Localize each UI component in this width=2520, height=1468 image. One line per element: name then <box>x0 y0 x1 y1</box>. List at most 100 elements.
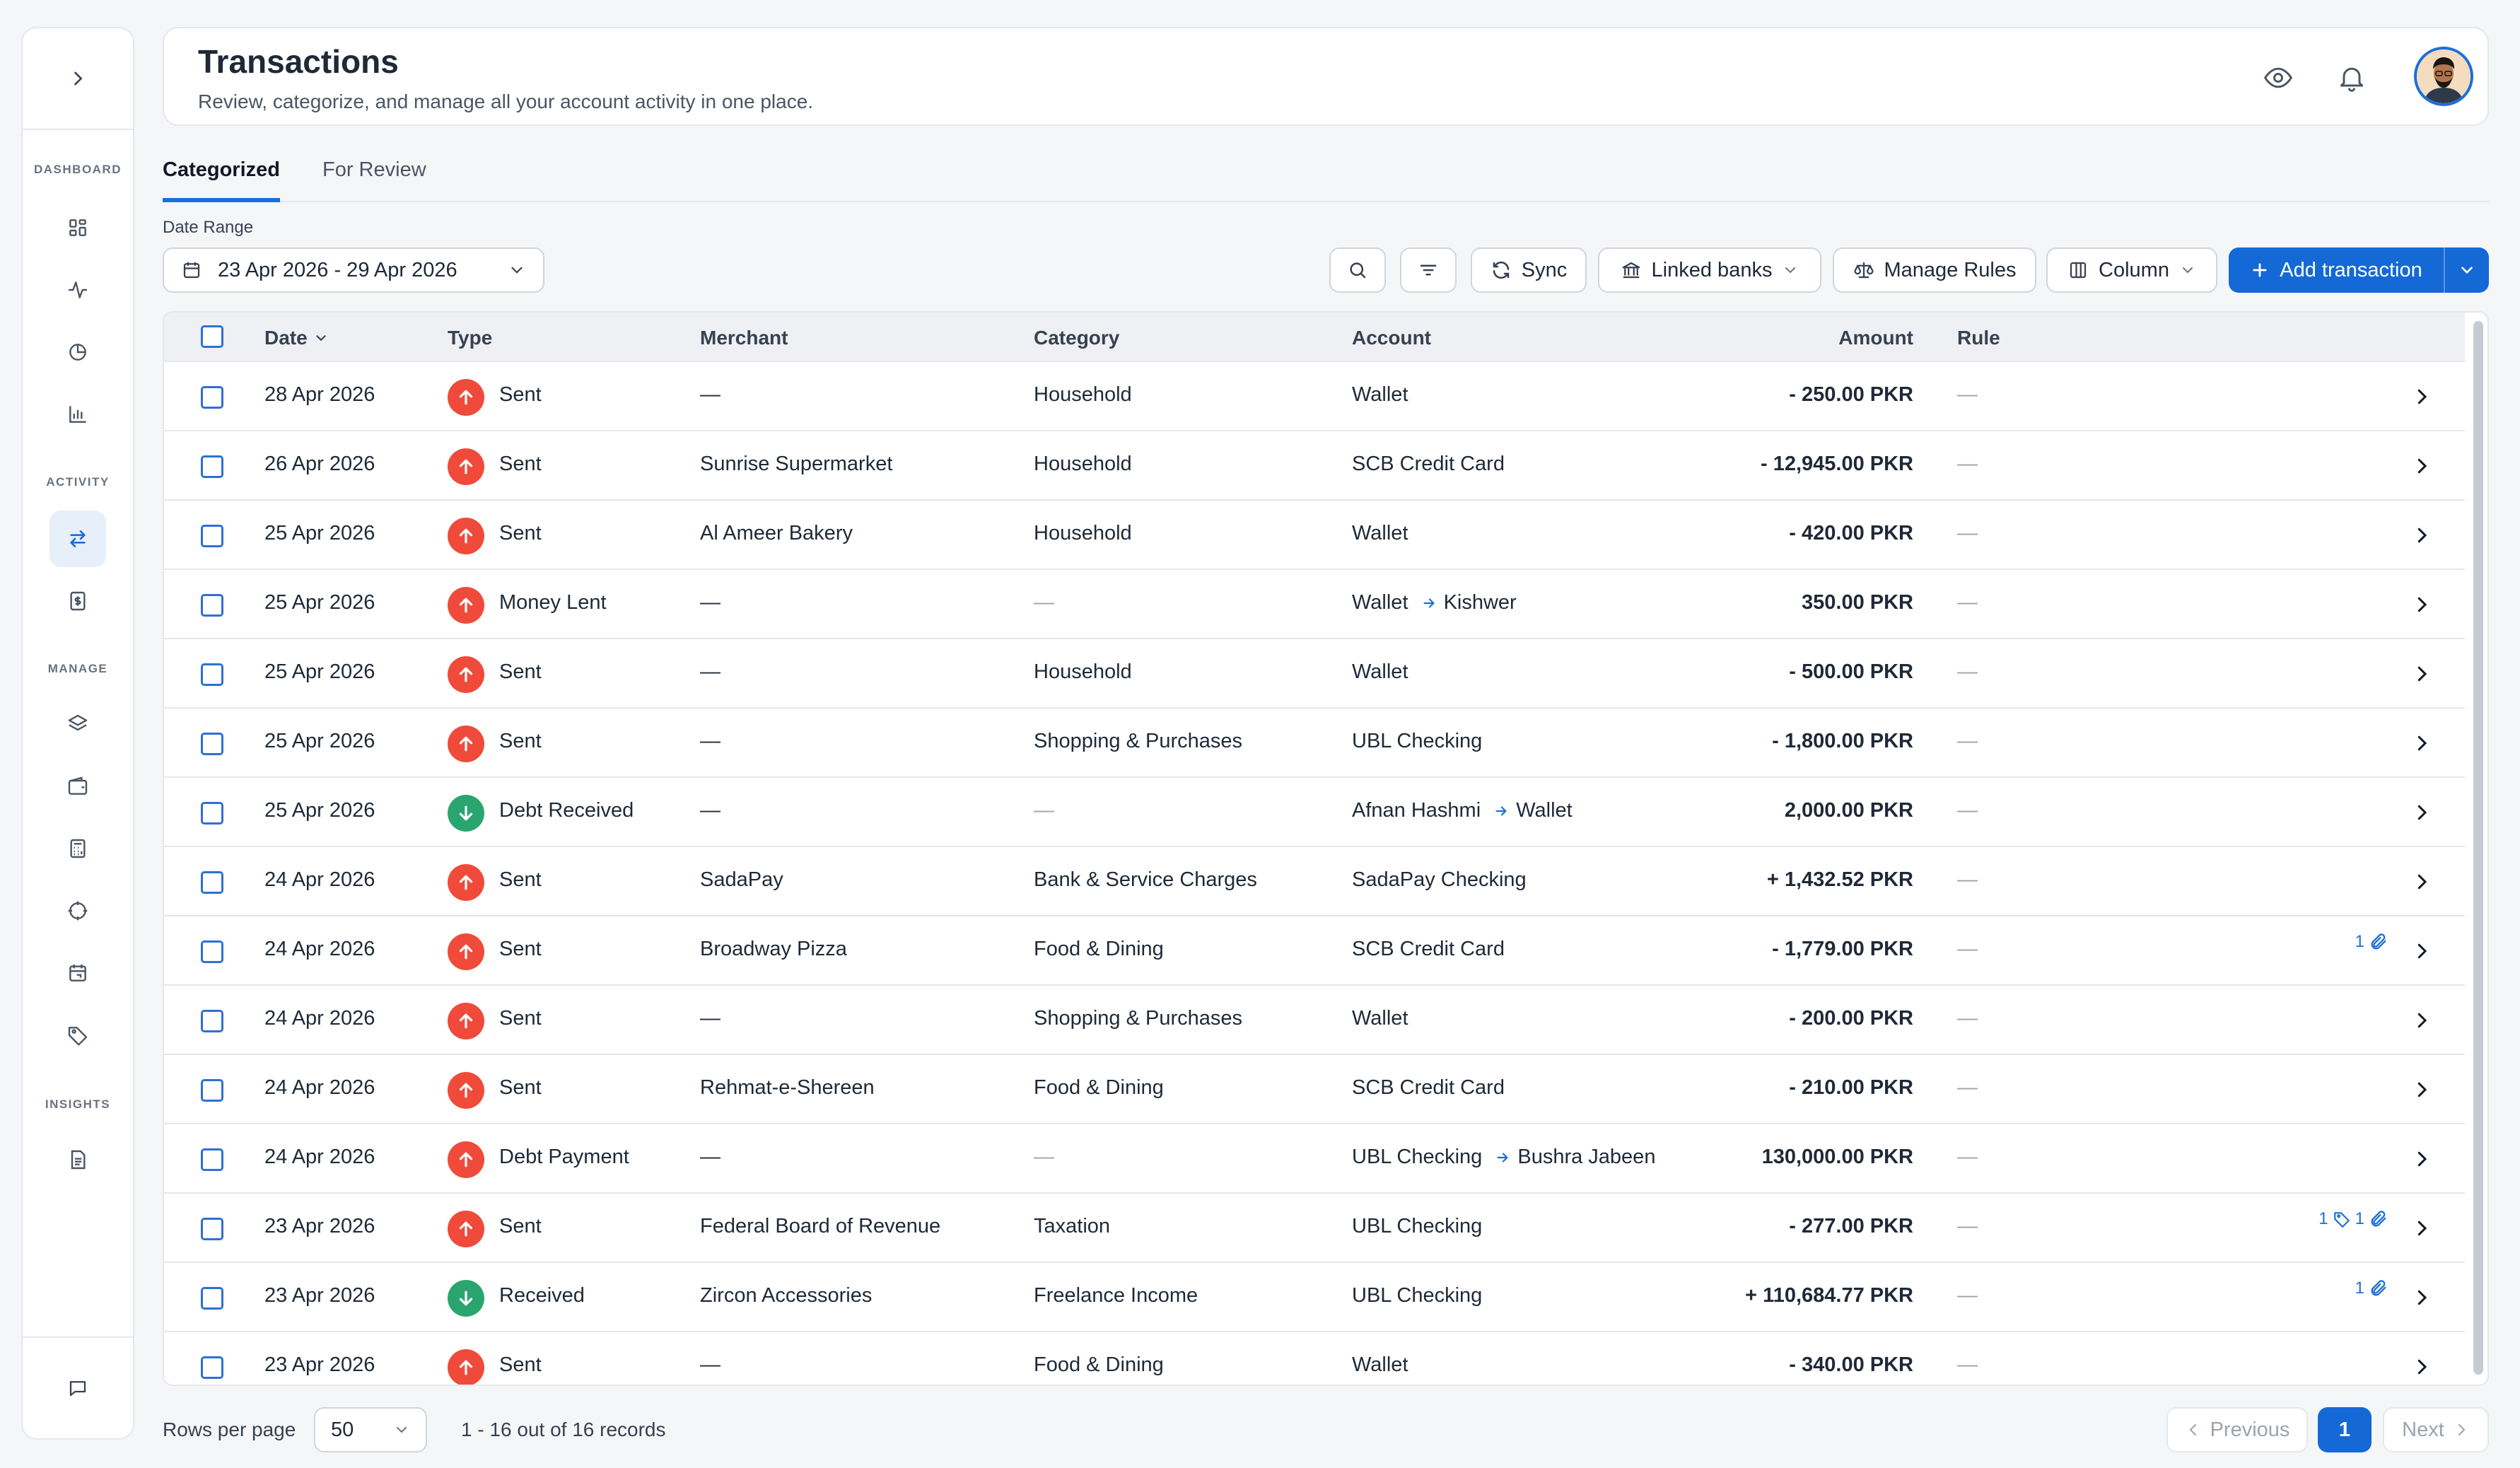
add-transaction-menu-button[interactable] <box>2445 247 2489 293</box>
row-merchant: — <box>700 799 721 822</box>
row-checkbox[interactable] <box>201 802 223 825</box>
row-badges[interactable]: 11 <box>2318 1209 2388 1229</box>
sidebar-item-categories[interactable] <box>49 696 106 752</box>
row-badges[interactable]: 1 <box>2355 1278 2388 1298</box>
row-checkbox[interactable] <box>201 663 223 686</box>
row-account-from: UBL Checking <box>1352 1146 1483 1168</box>
table-row[interactable]: 23 Apr 2026 Sent — Food & Dining Wallet … <box>164 1332 2465 1385</box>
sidebar-item-accounts[interactable] <box>49 758 106 815</box>
table-row[interactable]: 25 Apr 2026 Sent — Shopping & Purchases … <box>164 709 2465 778</box>
chevron-right-icon[interactable] <box>2411 871 2432 892</box>
notifications-button[interactable] <box>2333 59 2370 96</box>
chevron-right-icon[interactable] <box>2411 594 2432 615</box>
row-checkbox[interactable] <box>201 525 223 547</box>
table-row[interactable]: 26 Apr 2026 Sent Sunrise Supermarket Hou… <box>164 431 2465 501</box>
table-row[interactable]: 24 Apr 2026 Sent SadaPay Bank & Service … <box>164 847 2465 916</box>
sidebar-item-schedule[interactable] <box>49 945 106 1001</box>
column-dropdown[interactable]: Column <box>2046 247 2217 293</box>
table-row[interactable]: 25 Apr 2026 Debt Received — — Afnan Hash… <box>164 778 2465 847</box>
sidebar-item-analytics[interactable] <box>49 386 106 443</box>
merchant-column-header: Merchant <box>700 327 788 349</box>
row-checkbox[interactable] <box>201 1010 223 1032</box>
row-checkbox[interactable] <box>201 1148 223 1171</box>
manage-rules-button[interactable]: Manage Rules <box>1833 247 2036 293</box>
row-date: 25 Apr 2026 <box>264 591 375 614</box>
sort-desc-icon <box>316 335 326 342</box>
privacy-toggle-button[interactable] <box>2260 59 2297 96</box>
row-rule: — <box>1957 1215 1978 1237</box>
table-row[interactable]: 23 Apr 2026 Sent Federal Board of Revenu… <box>164 1194 2465 1263</box>
row-checkbox[interactable] <box>201 1356 223 1379</box>
row-account-from: SCB Credit Card <box>1352 453 1505 475</box>
sidebar-section-activity: ACTIVITY <box>46 475 110 489</box>
sidebar-item-breakdown[interactable] <box>49 324 106 380</box>
avatar[interactable] <box>2414 47 2473 106</box>
chevron-right-icon[interactable] <box>2411 1287 2432 1308</box>
linked-banks-dropdown[interactable]: Linked banks <box>1598 247 1821 293</box>
sidebar-item-goals[interactable] <box>49 882 106 939</box>
sidebar-item-tags[interactable] <box>49 1007 106 1064</box>
table-row[interactable]: 25 Apr 2026 Sent Al Ameer Bakery Househo… <box>164 501 2465 570</box>
row-amount: + 110,684.77 PKR <box>1745 1284 1913 1307</box>
sidebar-item-reports[interactable] <box>49 1131 106 1188</box>
table-row[interactable]: 25 Apr 2026 Sent — Household Wallet - 50… <box>164 639 2465 709</box>
row-checkbox[interactable] <box>201 1218 223 1240</box>
row-type: Debt Payment <box>499 1146 629 1168</box>
chevron-right-icon[interactable] <box>2411 1356 2432 1377</box>
select-all-checkbox[interactable] <box>201 325 223 348</box>
sidebar-item-activity[interactable] <box>49 262 106 318</box>
sync-button[interactable]: Sync <box>1471 247 1587 293</box>
row-checkbox[interactable] <box>201 455 223 478</box>
table-row[interactable]: 28 Apr 2026 Sent — Household Wallet - 25… <box>164 362 2465 431</box>
rows-per-page-select[interactable]: 50 <box>314 1407 427 1452</box>
chevron-right-icon[interactable] <box>2411 455 2432 477</box>
row-checkbox[interactable] <box>201 594 223 617</box>
tab-categorized[interactable]: Categorized <box>163 158 280 202</box>
sidebar-feedback-button[interactable] <box>23 1336 133 1438</box>
table-row[interactable]: 24 Apr 2026 Sent Rehmat-e-Shereen Food &… <box>164 1055 2465 1124</box>
table-row[interactable]: 24 Apr 2026 Debt Payment — — UBL Checkin… <box>164 1124 2465 1194</box>
search-button[interactable] <box>1329 247 1386 293</box>
page-number-current[interactable]: 1 <box>2318 1407 2372 1452</box>
next-page-button[interactable]: Next <box>2383 1407 2489 1452</box>
scrollbar-thumb[interactable] <box>2473 321 2483 1375</box>
row-checkbox[interactable] <box>201 1287 223 1310</box>
row-type: Sent <box>499 938 542 960</box>
chevron-right-icon[interactable] <box>2411 1079 2432 1100</box>
row-checkbox[interactable] <box>201 386 223 409</box>
row-account: Wallet <box>1352 660 1408 684</box>
tab-for-review[interactable]: For Review <box>322 158 426 202</box>
chevron-right-icon[interactable] <box>2411 386 2432 407</box>
sidebar-item-statements[interactable] <box>49 573 106 629</box>
chevron-right-icon[interactable] <box>2411 802 2432 823</box>
table-row[interactable]: 24 Apr 2026 Sent Broadway Pizza Food & D… <box>164 916 2465 986</box>
table-row[interactable]: 25 Apr 2026 Money Lent — — Wallet Kishwe… <box>164 570 2465 639</box>
row-checkbox[interactable] <box>201 1079 223 1102</box>
table-scrollbar[interactable] <box>2473 315 2486 1376</box>
chevron-right-icon[interactable] <box>2411 525 2432 546</box>
row-checkbox[interactable] <box>201 733 223 755</box>
row-date: 28 Apr 2026 <box>264 383 375 406</box>
add-transaction-button[interactable]: Add transaction <box>2229 247 2445 293</box>
chevron-right-icon[interactable] <box>2411 733 2432 754</box>
row-badges[interactable]: 1 <box>2355 932 2388 952</box>
previous-page-button[interactable]: Previous <box>2166 1407 2308 1452</box>
row-checkbox[interactable] <box>201 871 223 894</box>
chevron-right-icon[interactable] <box>2411 1010 2432 1031</box>
row-checkbox[interactable] <box>201 940 223 963</box>
chevron-right-icon[interactable] <box>2411 1148 2432 1170</box>
table-row[interactable]: 23 Apr 2026 Received Zircon Accessories … <box>164 1263 2465 1332</box>
page-title: Transactions <box>198 43 399 80</box>
sidebar-item-transactions[interactable] <box>49 511 106 567</box>
table-row[interactable]: 24 Apr 2026 Sent — Shopping & Purchases … <box>164 986 2465 1055</box>
sidebar-expand-button[interactable] <box>23 28 133 130</box>
row-merchant: — <box>700 383 721 406</box>
date-column-header[interactable]: Date <box>264 327 329 349</box>
chevron-right-icon[interactable] <box>2411 663 2432 685</box>
chevron-right-icon[interactable] <box>2411 940 2432 962</box>
sidebar-item-budgets[interactable] <box>49 820 106 877</box>
date-range-picker[interactable]: 23 Apr 2026 - 29 Apr 2026 <box>163 247 544 293</box>
filter-button[interactable] <box>1400 247 1457 293</box>
chevron-right-icon[interactable] <box>2411 1218 2432 1239</box>
sidebar-item-overview[interactable] <box>49 199 106 256</box>
